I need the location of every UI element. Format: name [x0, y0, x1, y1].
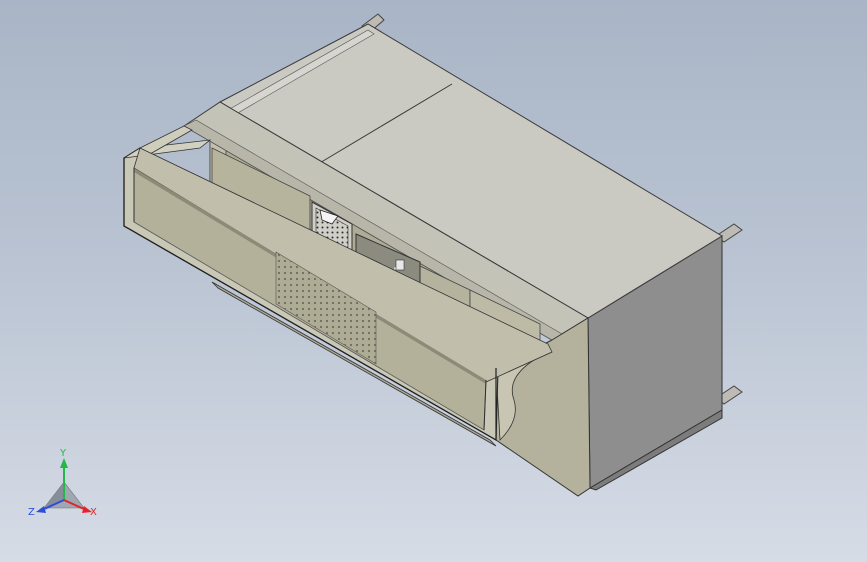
3d-viewport[interactable]: Y X Z: [0, 0, 867, 562]
z-axis-label: Z: [28, 507, 35, 518]
coordinate-triad: Y X Z: [28, 448, 97, 518]
y-axis-label: Y: [59, 448, 67, 459]
cad-model-canvas[interactable]: Y X Z: [0, 0, 867, 562]
x-axis-label: X: [90, 507, 97, 518]
